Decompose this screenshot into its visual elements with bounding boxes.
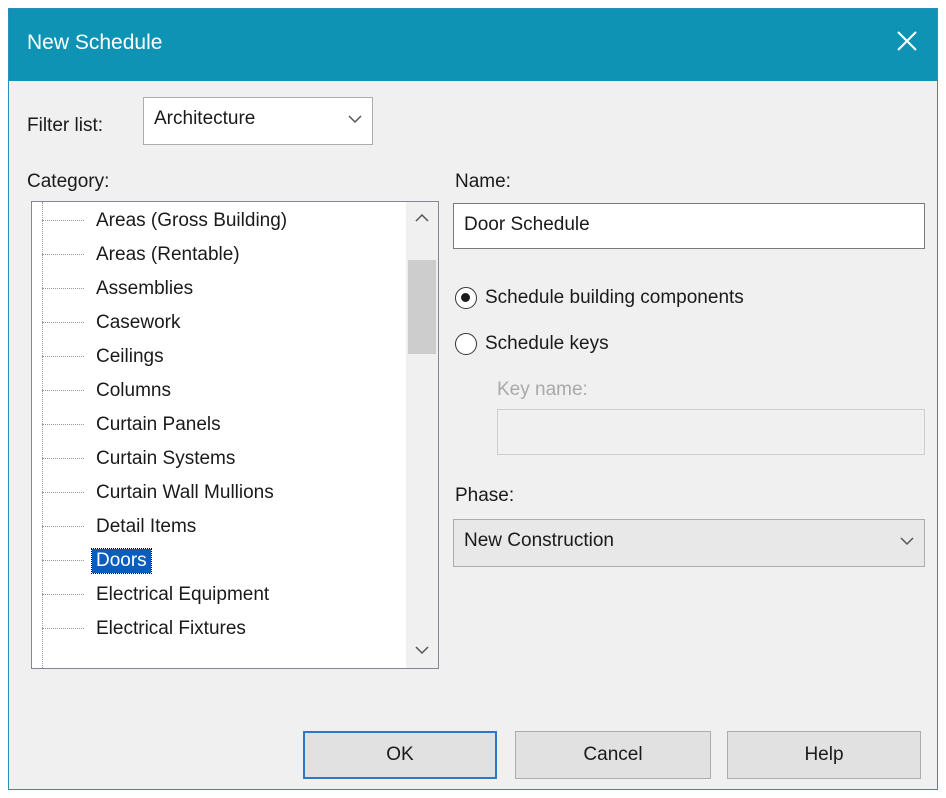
list-item[interactable]: Assemblies: [42, 274, 392, 304]
name-label: Name:: [455, 171, 511, 192]
scroll-down-button[interactable]: [406, 634, 438, 668]
key-name-input[interactable]: [497, 409, 925, 455]
list-item[interactable]: Detail Items: [42, 512, 392, 542]
name-value: Door Schedule: [464, 214, 590, 235]
scroll-up-button[interactable]: [406, 202, 438, 236]
list-item[interactable]: Electrical Equipment: [42, 580, 392, 610]
ok-button[interactable]: OK: [303, 731, 497, 779]
close-icon: [897, 31, 917, 51]
scroll-thumb[interactable]: [408, 260, 436, 354]
list-item[interactable]: Curtain Wall Mullions: [42, 478, 392, 508]
list-item[interactable]: Columns: [42, 376, 392, 406]
phase-label: Phase:: [455, 485, 515, 506]
list-item[interactable]: Curtain Systems: [42, 444, 392, 474]
category-scrollbar[interactable]: [406, 202, 438, 668]
list-item[interactable]: Areas (Gross Building): [42, 206, 392, 236]
radio-circle: [455, 287, 477, 309]
close-button[interactable]: [887, 21, 927, 61]
list-item[interactable]: Casework: [42, 308, 392, 338]
chevron-down-icon: [415, 646, 429, 655]
filter-list-label: Filter list:: [27, 115, 103, 136]
list-item-selected[interactable]: Doors: [42, 546, 392, 576]
chevron-up-icon: [415, 213, 429, 222]
title-bar: New Schedule: [9, 9, 937, 81]
chevron-down-icon: [900, 537, 914, 546]
list-item[interactable]: Areas (Rentable): [42, 240, 392, 270]
radio-label: Schedule keys: [485, 333, 609, 354]
radio-circle: [455, 333, 477, 355]
chevron-down-icon: [348, 115, 362, 124]
category-list[interactable]: Areas (Gross Building) Areas (Rentable) …: [31, 201, 439, 669]
radio-label: Schedule building components: [485, 287, 744, 308]
list-item[interactable]: Electrical Fixtures: [42, 614, 392, 644]
phase-dropdown[interactable]: New Construction: [453, 519, 925, 567]
window-title: New Schedule: [27, 31, 163, 54]
name-input[interactable]: Door Schedule: [453, 203, 925, 249]
cancel-button[interactable]: Cancel: [515, 731, 711, 779]
filter-list-value: Architecture: [154, 108, 256, 129]
radio-schedule-building-components[interactable]: Schedule building components: [455, 285, 835, 315]
filter-list-dropdown[interactable]: Architecture: [143, 97, 373, 145]
radio-schedule-keys[interactable]: Schedule keys: [455, 331, 675, 361]
list-item[interactable]: Curtain Panels: [42, 410, 392, 440]
list-item[interactable]: Ceilings: [42, 342, 392, 372]
category-label: Category:: [27, 171, 110, 192]
help-button[interactable]: Help: [727, 731, 921, 779]
phase-value: New Construction: [464, 530, 614, 551]
new-schedule-dialog: New Schedule Filter list: Architecture C…: [8, 8, 938, 790]
key-name-label: Key name:: [497, 379, 588, 400]
